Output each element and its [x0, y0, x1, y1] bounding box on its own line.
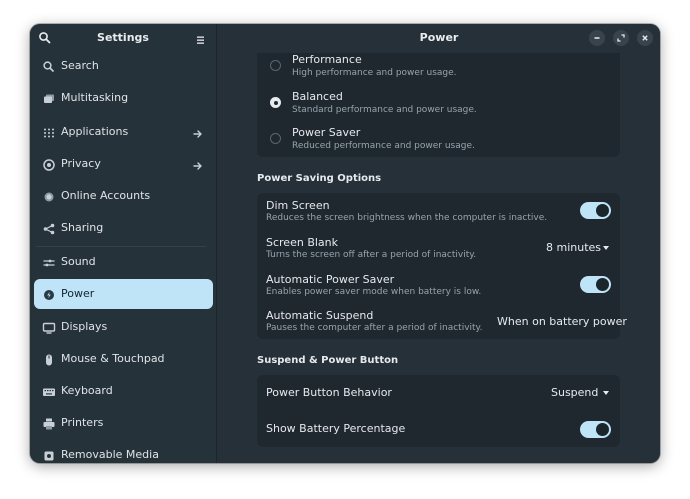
row-title: Show Battery Percentage — [266, 422, 406, 435]
printer-icon — [42, 416, 56, 430]
applications-icon — [42, 125, 56, 139]
displays-icon — [42, 320, 56, 334]
settings-window: Settings Search Multitasking Application… — [30, 24, 660, 463]
suspend-heading: Suspend & Power Button — [257, 355, 399, 366]
mouse-icon — [42, 352, 56, 366]
power-saving-card: Dim Screen Reduces the screen brightness… — [257, 193, 627, 339]
row-title: Power Button Behavior — [266, 386, 392, 399]
hamburger-menu-icon[interactable] — [195, 31, 209, 45]
row-title: Dim Screen — [266, 199, 330, 212]
screen-blank-dropdown[interactable]: 8 minutes — [546, 241, 601, 254]
row-title: Power Saver — [292, 126, 361, 139]
sidebar-item-keyboard[interactable]: Keyboard — [34, 376, 213, 406]
radio-button[interactable] — [270, 133, 281, 144]
power-mode-card: Performance High performance and power u… — [257, 44, 620, 157]
main-header: Power — [218, 24, 660, 53]
radio-button[interactable] — [270, 60, 281, 71]
sidebar-item-label: Removable Media — [61, 448, 159, 461]
dim-screen-toggle[interactable] — [580, 202, 611, 219]
sidebar-item-label: Applications — [61, 125, 129, 138]
sidebar-item-label: Power — [61, 287, 95, 300]
maximize-icon — [617, 34, 625, 42]
row-subtitle: Reduces the screen brightness when the c… — [266, 213, 548, 223]
auto-suspend-value: When on battery power — [497, 315, 627, 328]
sidebar-item-removable-media[interactable]: Removable Media — [34, 440, 213, 463]
sidebar-item-mouse-touchpad[interactable]: Mouse & Touchpad — [34, 344, 213, 374]
sidebar-item-label: Search — [61, 59, 99, 72]
sidebar-item-label: Mouse & Touchpad — [61, 352, 165, 365]
row-subtitle: High performance and power usage. — [292, 68, 457, 78]
battery-percentage-toggle[interactable] — [580, 421, 611, 438]
maximize-button[interactable] — [613, 30, 629, 46]
sidebar-item-privacy[interactable]: Privacy — [34, 149, 213, 179]
keyboard-icon — [42, 384, 56, 398]
close-icon — [642, 35, 648, 41]
main-panel: Performance High performance and power u… — [218, 24, 660, 463]
suspend-card: Power Button Behavior Suspend Show Batte… — [257, 375, 620, 447]
online-accounts-icon — [42, 189, 56, 203]
sidebar-item-online-accounts[interactable]: Online Accounts — [34, 181, 213, 211]
row-subtitle: Turns the screen off after a period of i… — [266, 250, 477, 260]
sidebar-item-search[interactable]: Search — [34, 51, 213, 81]
sidebar-item-displays[interactable]: Displays — [34, 312, 213, 342]
row-title: Screen Blank — [266, 236, 338, 249]
removable-media-icon — [42, 448, 56, 462]
row-title: Balanced — [292, 90, 343, 103]
chevron-down-icon — [603, 391, 609, 395]
sidebar-item-label: Online Accounts — [61, 189, 151, 202]
sidebar-item-sharing[interactable]: Sharing — [34, 213, 213, 243]
search-icon — [42, 59, 56, 73]
sidebar-item-applications[interactable]: Applications — [34, 117, 213, 147]
minimize-button[interactable] — [589, 30, 605, 46]
sound-icon — [42, 255, 56, 269]
sidebar-header: Settings — [30, 24, 216, 53]
sidebar-item-label: Printers — [61, 416, 104, 429]
sharing-icon — [42, 221, 56, 235]
row-subtitle: Reduced performance and power usage. — [292, 141, 475, 151]
sidebar-item-label: Displays — [61, 320, 108, 333]
sidebar-item-power[interactable]: Power — [34, 279, 213, 309]
radio-button[interactable] — [270, 97, 281, 108]
sidebar-item-multitasking[interactable]: Multitasking — [34, 83, 213, 113]
auto-power-saver-toggle[interactable] — [580, 276, 611, 293]
sidebar-item-label: Sound — [61, 255, 96, 268]
power-button-dropdown[interactable]: Suspend — [551, 386, 598, 399]
chevron-down-icon — [603, 246, 609, 250]
power-saving-heading: Power Saving Options — [257, 173, 382, 184]
row-title: Automatic Suspend — [266, 309, 374, 322]
arrow-right-icon — [192, 157, 204, 170]
minimize-icon — [594, 37, 600, 39]
arrow-right-icon — [192, 125, 204, 138]
privacy-icon — [42, 157, 56, 171]
row-subtitle: Pauses the computer after a period of in… — [266, 323, 483, 333]
multitasking-icon — [42, 91, 56, 105]
sidebar-item-label: Multitasking — [61, 91, 129, 104]
row-subtitle: Standard performance and power usage. — [292, 105, 477, 115]
sidebar-item-label: Privacy — [61, 157, 101, 170]
row-title: Performance — [292, 53, 362, 66]
sidebar-item-sound[interactable]: Sound — [34, 247, 213, 277]
close-button[interactable] — [637, 30, 653, 46]
sidebar-item-label: Keyboard — [61, 384, 113, 397]
row-subtitle: Enables power saver mode when battery is… — [266, 287, 482, 297]
power-icon — [42, 287, 56, 301]
sidebar: Settings Search Multitasking Application… — [30, 24, 217, 463]
sidebar-item-printers[interactable]: Printers — [34, 408, 213, 438]
row-title: Automatic Power Saver — [266, 273, 395, 286]
sidebar-item-label: Sharing — [61, 221, 104, 234]
sidebar-title: Settings — [97, 31, 149, 44]
